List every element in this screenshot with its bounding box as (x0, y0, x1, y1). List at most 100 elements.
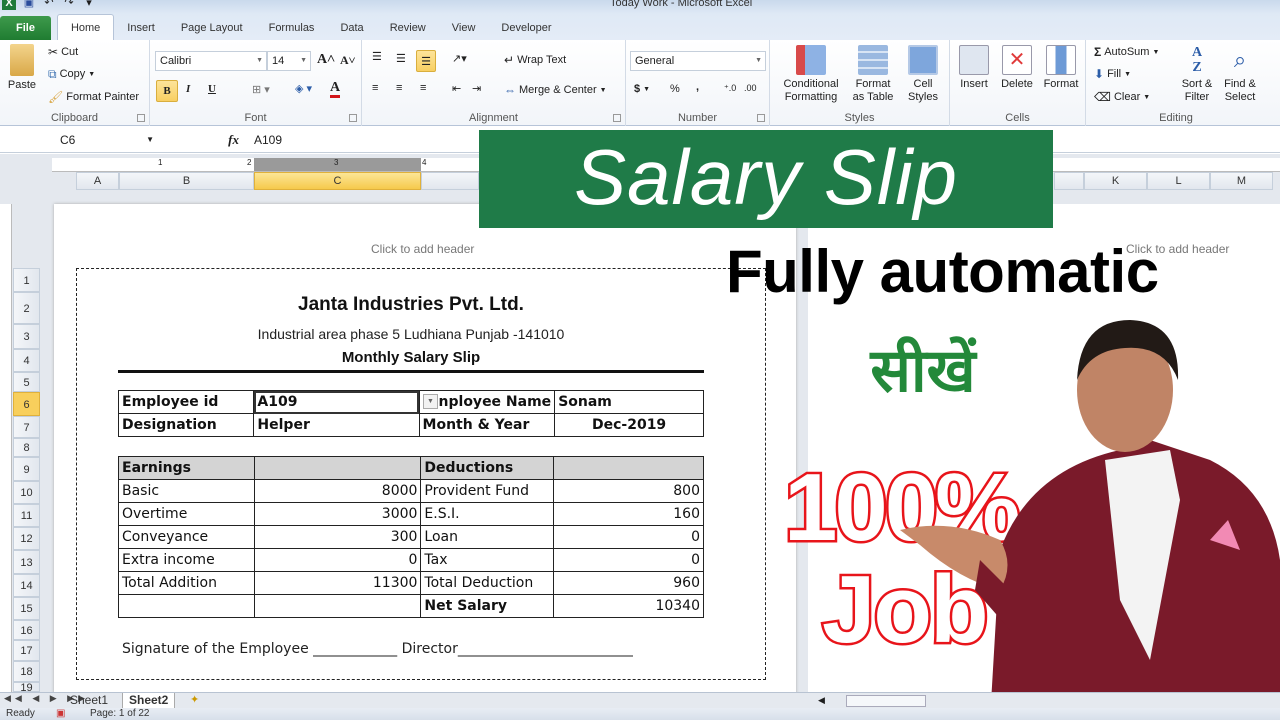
grow-font-button[interactable]: A˄ (317, 52, 335, 68)
row-header-11[interactable]: 11 (13, 504, 40, 527)
row-header-16[interactable]: 16 (13, 620, 40, 640)
tab-developer[interactable]: Developer (488, 16, 564, 40)
deduction-label[interactable]: E.S.I. (420, 502, 555, 526)
row-header-9[interactable]: 9 (13, 457, 40, 481)
tab-view[interactable]: View (439, 16, 489, 40)
undo-icon[interactable]: ↶ (42, 0, 56, 10)
earnings-header[interactable]: Earnings (118, 456, 255, 480)
wrap-text-button[interactable]: ↵ Wrap Text (504, 53, 566, 67)
percent-button[interactable]: % (670, 83, 680, 95)
cut-button[interactable]: ✂ Cut (48, 45, 78, 59)
number-format-select[interactable]: General ▼ (630, 51, 766, 71)
column-header-c[interactable]: C (254, 172, 421, 190)
name-box[interactable]: C6 ▼ (0, 130, 160, 150)
label-employee-name[interactable]: nployee Name (418, 390, 556, 414)
save-icon[interactable]: ▣ (22, 0, 36, 10)
row-header-1[interactable]: 1 (13, 268, 40, 292)
cell-dropdown-arrow[interactable]: ▼ (423, 394, 438, 409)
paste-button[interactable]: Paste (4, 44, 40, 92)
format-painter-button[interactable]: 🖌 Format Painter (48, 90, 139, 104)
page-header-placeholder[interactable]: Click to add header (371, 242, 474, 256)
decrease-indent-button[interactable]: ⇤ (452, 82, 461, 95)
earning-label[interactable]: Extra income (118, 548, 255, 572)
font-name-select[interactable]: Calibri ▼ (155, 51, 267, 71)
row-header-12[interactable]: 12 (13, 527, 40, 550)
font-color-button[interactable]: A (330, 80, 341, 98)
deduction-amount[interactable]: 0 (553, 525, 704, 549)
column-header[interactable] (1054, 172, 1084, 190)
row-header-4[interactable]: 4 (13, 349, 40, 372)
row-header-15[interactable]: 15 (13, 597, 40, 620)
customize-qat-icon[interactable]: ▾ (82, 0, 96, 10)
orientation-button[interactable]: ↗▾ (452, 52, 467, 65)
label-designation[interactable]: Designation (117, 413, 255, 437)
column-header-m[interactable]: M (1210, 172, 1273, 190)
sheet-tab-sheet2[interactable]: Sheet2 (122, 693, 176, 709)
format-cells-button[interactable]: Format (1040, 45, 1082, 91)
fill-color-button[interactable]: ◈ ▾ (295, 82, 312, 95)
row-header-10[interactable]: 10 (13, 481, 40, 504)
dialog-launcher-icon[interactable] (349, 114, 357, 122)
tab-insert[interactable]: Insert (114, 16, 168, 40)
earning-label[interactable]: Total Addition (118, 571, 255, 595)
increase-decimal-button[interactable]: ⁺.0 (724, 83, 736, 94)
row-header-18[interactable]: 18 (13, 661, 40, 682)
insert-function-button[interactable]: fx (160, 130, 245, 150)
row-header-5[interactable]: 5 (13, 372, 40, 392)
clear-button[interactable]: ⌫ Clear ▼ (1094, 90, 1150, 104)
borders-button[interactable]: ⊞ ▾ (252, 83, 270, 96)
bold-button[interactable]: B (156, 80, 178, 102)
bottom-align-button[interactable]: ☰ (416, 50, 436, 72)
column-header[interactable] (421, 172, 479, 190)
tab-home[interactable]: Home (56, 14, 115, 40)
currency-button[interactable]: $ ▼ (634, 83, 650, 95)
fill-button[interactable]: ⬇ Fill ▼ (1094, 67, 1131, 81)
label-employee-id[interactable]: Employee id (117, 390, 255, 414)
earning-amount[interactable]: 11300 (253, 571, 422, 595)
cell-styles-button[interactable]: Cell Styles (900, 45, 946, 104)
dialog-launcher-icon[interactable] (137, 114, 145, 122)
designation-cell[interactable]: Helper (253, 413, 420, 437)
row-header-2[interactable]: 2 (13, 292, 40, 324)
deduction-amount[interactable]: 160 (553, 502, 704, 526)
row-header-14[interactable]: 14 (13, 574, 40, 597)
autosum-button[interactable]: Σ AutoSum ▼ (1094, 45, 1159, 59)
column-header-k[interactable]: K (1084, 172, 1147, 190)
deduction-label[interactable]: Net Salary (420, 594, 555, 618)
dialog-launcher-icon[interactable] (757, 114, 765, 122)
redo-icon[interactable]: ↷ (62, 0, 76, 10)
earnings-amount-header[interactable] (253, 456, 422, 480)
earning-label[interactable]: Basic (118, 479, 255, 503)
deduction-label[interactable]: Provident Fund (420, 479, 555, 503)
comma-button[interactable]: , (696, 81, 699, 93)
earning-amount[interactable]: 0 (253, 548, 422, 572)
top-align-button[interactable]: ☰ (372, 50, 382, 63)
sheet-tab-sheet1[interactable]: Sheet1 (64, 693, 114, 709)
align-left-button[interactable]: ≡ (372, 82, 378, 94)
deduction-amount[interactable]: 0 (553, 548, 704, 572)
earning-label[interactable]: Overtime (118, 502, 255, 526)
earning-label[interactable] (118, 594, 255, 618)
align-right-button[interactable]: ≡ (420, 82, 426, 94)
insert-cells-button[interactable]: Insert (954, 45, 994, 91)
deduction-amount[interactable]: 960 (553, 571, 704, 595)
deductions-header[interactable]: Deductions (420, 456, 555, 480)
insert-sheet-icon[interactable]: ✦ (190, 693, 199, 706)
horizontal-scrollbar[interactable]: ◀ (818, 695, 1018, 707)
row-header-3[interactable]: 3 (13, 324, 40, 349)
employee-id-cell[interactable]: A109 (253, 390, 420, 414)
tab-formulas[interactable]: Formulas (256, 16, 328, 40)
employee-name-cell[interactable]: Sonam (554, 390, 704, 414)
row-header-19[interactable]: 19 (13, 682, 40, 694)
tab-review[interactable]: Review (377, 16, 439, 40)
copy-button[interactable]: ⧉ Copy ▼ (48, 67, 95, 81)
deduction-label[interactable]: Tax (420, 548, 555, 572)
deduction-label[interactable]: Loan (420, 525, 555, 549)
formula-input[interactable]: A109 (254, 130, 282, 150)
conditional-formatting-button[interactable]: Conditional Formatting (776, 45, 846, 104)
deduction-amount[interactable]: 800 (553, 479, 704, 503)
font-size-select[interactable]: 14 ▼ (267, 51, 311, 71)
tab-file[interactable]: File (0, 16, 51, 40)
label-month-year[interactable]: Month & Year (418, 413, 556, 437)
scroll-thumb[interactable] (846, 695, 926, 707)
